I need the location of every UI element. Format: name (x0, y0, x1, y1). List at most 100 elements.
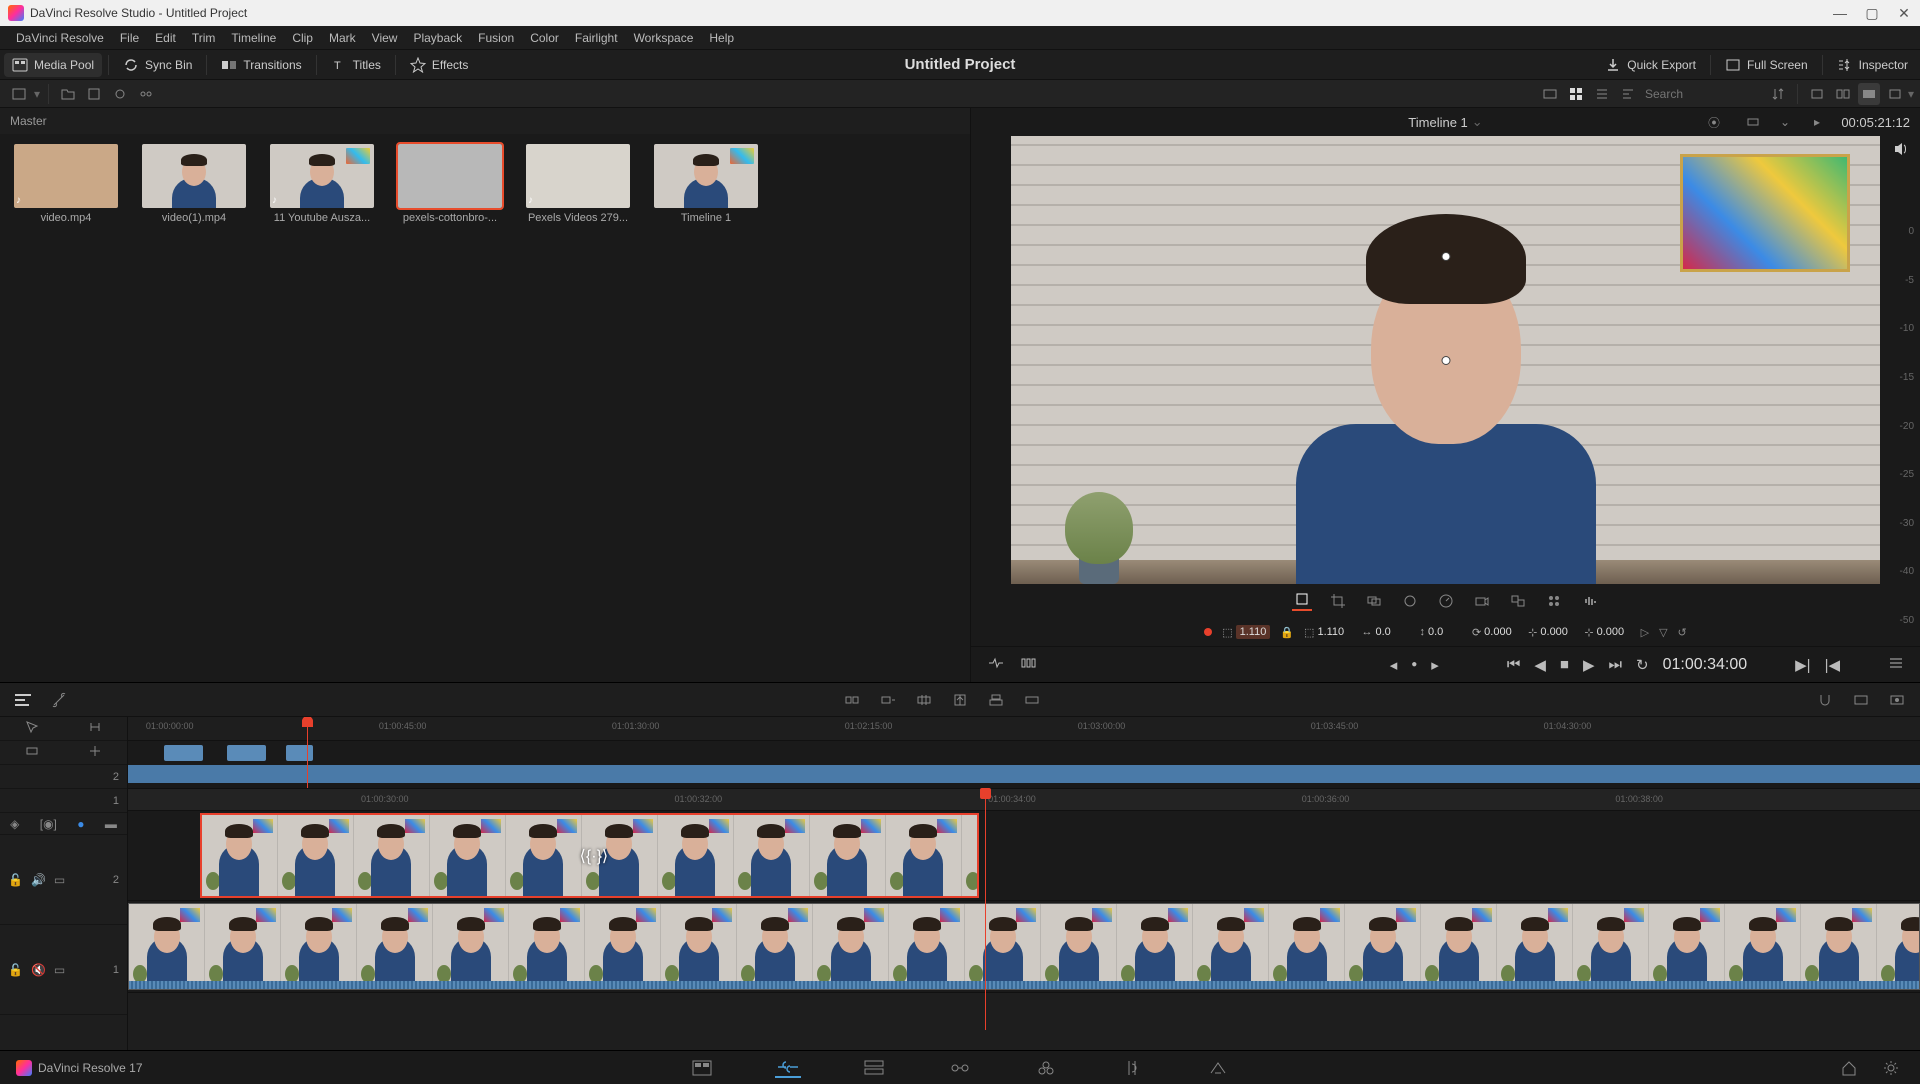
dropdown-icon[interactable]: ▾ (34, 87, 40, 101)
next-frame-button[interactable]: ⏭ (1609, 656, 1623, 673)
video-track-2[interactable]: ⟨{·}⟩ (128, 811, 1920, 901)
track-header-mini-2[interactable]: 2 (0, 765, 127, 789)
flag-icon[interactable] (1886, 689, 1908, 711)
place-on-top-icon[interactable] (985, 689, 1007, 711)
titles-tab[interactable]: T Titles (323, 53, 389, 77)
ripple-overwrite-icon[interactable] (913, 689, 935, 711)
sync-lock-icon[interactable]: ◈ (10, 817, 19, 831)
play-button[interactable]: ▶ (1583, 656, 1595, 674)
video-clip[interactable] (128, 903, 1920, 990)
snap-icon[interactable] (1814, 689, 1836, 711)
color-page-icon[interactable] (1033, 1058, 1059, 1078)
pos-y-value[interactable]: 0.0 (1428, 626, 1462, 638)
viewer-single-button[interactable] (1806, 83, 1828, 105)
home-icon[interactable] (1836, 1058, 1862, 1078)
close-up-icon[interactable] (949, 689, 971, 711)
stabilize-icon[interactable] (1400, 591, 1420, 611)
menu-timeline[interactable]: Timeline (223, 31, 284, 45)
menu-fairlight[interactable]: Fairlight (567, 31, 626, 45)
source-overwrite-icon[interactable] (1021, 689, 1043, 711)
video-track-1[interactable] (128, 901, 1920, 993)
menu-trim[interactable]: Trim (184, 31, 224, 45)
flip-h-icon[interactable]: ▷ (1641, 626, 1649, 639)
marker-nav-icon[interactable]: ● (1411, 659, 1417, 670)
track-header-v2[interactable]: 🔓 🔊 ▭ 2 (0, 835, 127, 925)
composite-icon[interactable] (1508, 591, 1528, 611)
marker-icon[interactable] (1850, 689, 1872, 711)
speed-icon[interactable] (1436, 591, 1456, 611)
keyframe-dot-icon[interactable] (1204, 628, 1212, 636)
timeline-ruler-overview[interactable]: 01:00:00:0001:00:45:0001:01:30:0001:02:1… (128, 717, 1920, 741)
metadata-view-button[interactable] (1617, 83, 1639, 105)
clip-item[interactable]: Timeline 1 (654, 144, 758, 224)
camera-icon[interactable] (1472, 591, 1492, 611)
jump-back-button[interactable]: |◀ (1825, 656, 1840, 674)
timeline-options-icon[interactable] (1888, 655, 1904, 675)
overview-clip[interactable] (227, 745, 266, 761)
track-view-icon[interactable]: ▬ (105, 817, 117, 831)
deliver-page-icon[interactable] (1205, 1058, 1231, 1078)
playhead-overview[interactable] (307, 717, 308, 788)
transform-tool-icon[interactable] (1292, 591, 1312, 611)
playhead-detail[interactable] (985, 789, 986, 1030)
overview-clip[interactable] (286, 745, 313, 761)
clip-thumbnail[interactable] (142, 144, 246, 208)
quick-export-button[interactable]: Quick Export (1597, 53, 1704, 77)
clip-item[interactable]: ♪Pexels Videos 279... (526, 144, 630, 224)
sync-bin-tab[interactable]: Sync Bin (115, 53, 200, 77)
fast-review-icon[interactable] (1019, 654, 1037, 676)
audio-tool-icon[interactable] (1580, 591, 1600, 611)
track-header-mini-1[interactable]: 1 (0, 789, 127, 813)
zoom-x-value[interactable]: 1.110 (1236, 625, 1271, 639)
close-button[interactable]: ✕ (1896, 5, 1912, 21)
menu-clip[interactable]: Clip (284, 31, 321, 45)
lock-icon[interactable]: 🔒 (1280, 626, 1294, 639)
pos-x-value[interactable]: 0.0 (1375, 626, 1409, 638)
color-icon[interactable] (1544, 591, 1564, 611)
master-bin-label[interactable]: Master (0, 108, 970, 134)
loop-button[interactable]: ↻ (1636, 656, 1649, 674)
viewer-dual-button[interactable] (1832, 83, 1854, 105)
thumbnail-view-button[interactable] (1565, 83, 1587, 105)
transform-handle[interactable] (1441, 252, 1450, 261)
viewer-mode-button[interactable] (1884, 83, 1906, 105)
overview-tracks[interactable] (128, 741, 1920, 789)
anchor-x-value[interactable]: 0.000 (1540, 626, 1574, 638)
search-input[interactable] (1645, 87, 1765, 101)
crop-tool-icon[interactable] (1328, 591, 1348, 611)
audio-sync-icon[interactable]: [◉] (40, 817, 57, 831)
prev-frame-button[interactable]: ◀ (1534, 656, 1546, 674)
timeline-view-icon[interactable] (12, 689, 34, 711)
effects-tab[interactable]: Effects (402, 53, 476, 77)
menu-playback[interactable]: Playback (405, 31, 470, 45)
cut-page-icon[interactable] (775, 1058, 801, 1078)
clip-item[interactable]: video(1).mp4 (142, 144, 246, 224)
refresh-button[interactable] (109, 83, 131, 105)
clip-thumbnail[interactable]: ♪ (526, 144, 630, 208)
menu-view[interactable]: View (364, 31, 406, 45)
track-header-v1[interactable]: 🔓 🔇 ▭ 1 (0, 925, 127, 1015)
match-frame-button[interactable]: ▸ (1806, 111, 1828, 133)
append-icon[interactable] (877, 689, 899, 711)
media-pool-tab[interactable]: Media Pool (4, 53, 102, 77)
flip-v-icon[interactable]: ▽ (1659, 626, 1667, 639)
inspector-button[interactable]: Inspector (1829, 53, 1916, 77)
menu-davinci-resolve[interactable]: DaVinci Resolve (8, 31, 112, 45)
sort-button[interactable] (1767, 83, 1789, 105)
reset-icon[interactable]: ↺ (1678, 626, 1687, 639)
edit-page-icon[interactable] (861, 1058, 887, 1078)
overview-clip[interactable] (164, 745, 203, 761)
speaker-icon[interactable] (1892, 140, 1910, 161)
import-folder-button[interactable] (57, 83, 79, 105)
next-edit-icon[interactable]: ▸ (1431, 656, 1439, 674)
media-page-icon[interactable] (689, 1058, 715, 1078)
clip-thumbnail[interactable]: ♪ (270, 144, 374, 208)
timeline-ruler-detail[interactable]: 01:00:30:0001:00:32:0001:00:34:0001:00:3… (128, 789, 1920, 811)
bypass-button[interactable] (1742, 111, 1764, 133)
loop-button[interactable]: ⌄ (1774, 111, 1796, 133)
full-screen-button[interactable]: Full Screen (1717, 53, 1816, 77)
first-frame-button[interactable]: ⏮ (1507, 656, 1521, 673)
new-bin-button[interactable] (83, 83, 105, 105)
video-sync-icon[interactable]: ● (77, 817, 84, 831)
link-button[interactable] (135, 83, 157, 105)
